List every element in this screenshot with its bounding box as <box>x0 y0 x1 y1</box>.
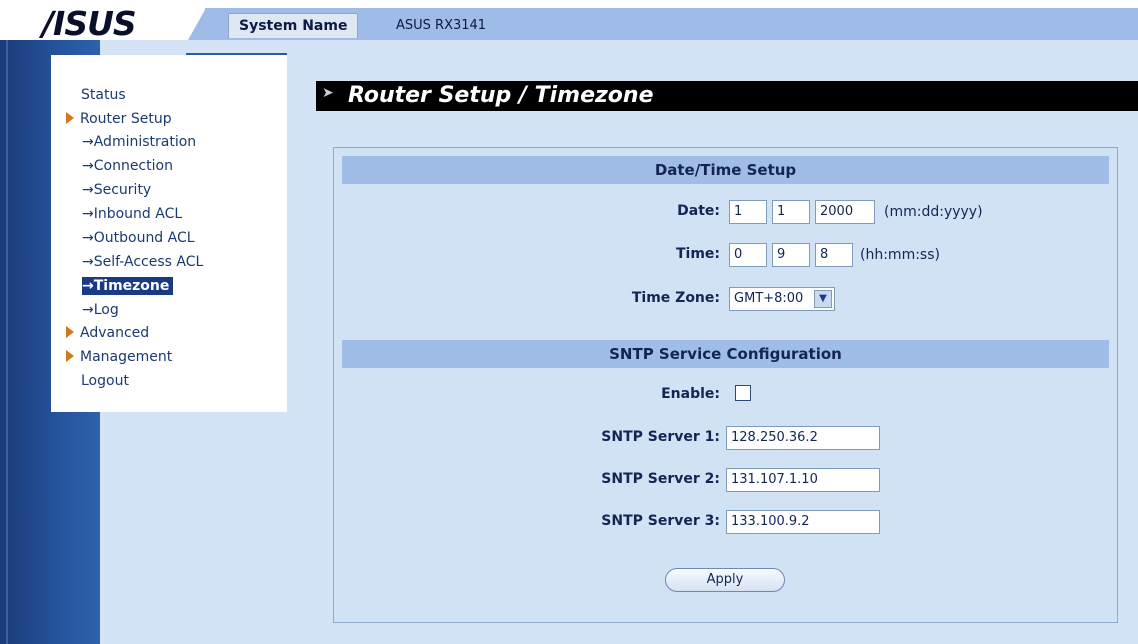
date-label: Date: <box>677 203 720 219</box>
time-label: Time: <box>675 246 720 262</box>
menu-management[interactable]: Management <box>66 348 172 366</box>
title-bullet-icon: ➤ <box>322 85 334 101</box>
menu-timezone-label: →Timezone <box>82 278 170 294</box>
menu-connection[interactable]: →Connection <box>82 157 173 175</box>
expand-arrow-icon <box>66 326 74 338</box>
sntp-server3-label: SNTP Server 3: <box>601 513 720 529</box>
time-minute-input[interactable]: 9 <box>772 243 810 267</box>
time-hour-input[interactable]: 0 <box>729 243 767 267</box>
menu-timezone[interactable]: →Timezone <box>82 277 174 295</box>
menu-outbound-acl-label: →Outbound ACL <box>82 230 195 246</box>
menu-self-access-acl-label: →Self-Access ACL <box>82 254 204 270</box>
date-year-input[interactable]: 2000 <box>815 200 875 224</box>
menu-connection-label: →Connection <box>82 158 173 174</box>
menu-security-label: →Security <box>82 182 152 198</box>
sntp-server1-input[interactable]: 128.250.36.2 <box>726 426 880 450</box>
page-title-bar: ➤ Router Setup / Timezone <box>316 81 1138 111</box>
sntp-section-header: SNTP Service Configuration <box>342 340 1109 368</box>
strip-hairline <box>6 40 8 644</box>
expand-arrow-icon <box>66 112 74 124</box>
date-month-input[interactable]: 1 <box>729 200 767 224</box>
menu-log[interactable]: →Log <box>82 301 119 319</box>
menu-router-setup-label: Router Setup <box>80 111 172 127</box>
date-day-input[interactable]: 1 <box>772 200 810 224</box>
menu-router-setup[interactable]: Router Setup <box>66 110 172 128</box>
timezone-select[interactable]: GMT+8:00 ▼ <box>729 287 835 311</box>
sntp-server2-input[interactable]: 131.107.1.10 <box>726 468 880 492</box>
sntp-enable-checkbox[interactable] <box>735 385 751 401</box>
menu-advanced-label: Advanced <box>80 325 150 341</box>
apply-button[interactable]: Apply <box>665 568 785 592</box>
menu-log-label: →Log <box>82 302 119 318</box>
expand-arrow-icon <box>66 350 74 362</box>
datetime-section-header: Date/Time Setup <box>342 156 1109 184</box>
menu-inbound-acl[interactable]: →Inbound ACL <box>82 205 182 223</box>
timezone-label: Time Zone: <box>631 290 720 306</box>
header-slash <box>188 8 206 40</box>
header-bar: /ISUS System Name ASUS RX3141 <box>0 0 1138 42</box>
date-format-hint: (mm:dd:yyyy) <box>884 204 983 220</box>
menu-logout[interactable]: Logout <box>81 372 129 390</box>
sntp-server2-label: SNTP Server 2: <box>601 471 720 487</box>
asus-logo: /ISUS <box>12 4 162 42</box>
time-second-input[interactable]: 8 <box>815 243 853 267</box>
menu-advanced[interactable]: Advanced <box>66 324 149 342</box>
timezone-panel: Date/Time Setup Date: 1 1 2000 (mm:dd:yy… <box>333 147 1118 623</box>
menu-outbound-acl[interactable]: →Outbound ACL <box>82 229 195 247</box>
time-format-hint: (hh:mm:ss) <box>860 247 940 263</box>
sntp-server1-label: SNTP Server 1: <box>601 429 720 445</box>
menu-administration[interactable]: →Administration <box>82 133 196 151</box>
timezone-select-value: GMT+8:00 <box>734 291 804 306</box>
page-title: Router Setup / Timezone <box>348 83 654 108</box>
chevron-down-icon[interactable]: ▼ <box>814 290 832 308</box>
menu-self-access-acl[interactable]: →Self-Access ACL <box>82 253 203 271</box>
menu-security[interactable]: →Security <box>82 181 151 199</box>
menu-inbound-acl-label: →Inbound ACL <box>82 206 183 222</box>
system-name-label: System Name <box>228 13 359 38</box>
logo-text: /ISUS <box>42 4 137 43</box>
menu-management-label: Management <box>80 349 173 365</box>
menu-administration-label: →Administration <box>82 134 197 150</box>
enable-label: Enable: <box>661 386 720 402</box>
system-name-value: ASUS RX3141 <box>396 18 487 33</box>
sntp-server3-input[interactable]: 133.100.9.2 <box>726 510 880 534</box>
sidebar-menu: Status Router Setup →Administration →Con… <box>51 55 287 412</box>
menu-status[interactable]: Status <box>81 86 126 104</box>
